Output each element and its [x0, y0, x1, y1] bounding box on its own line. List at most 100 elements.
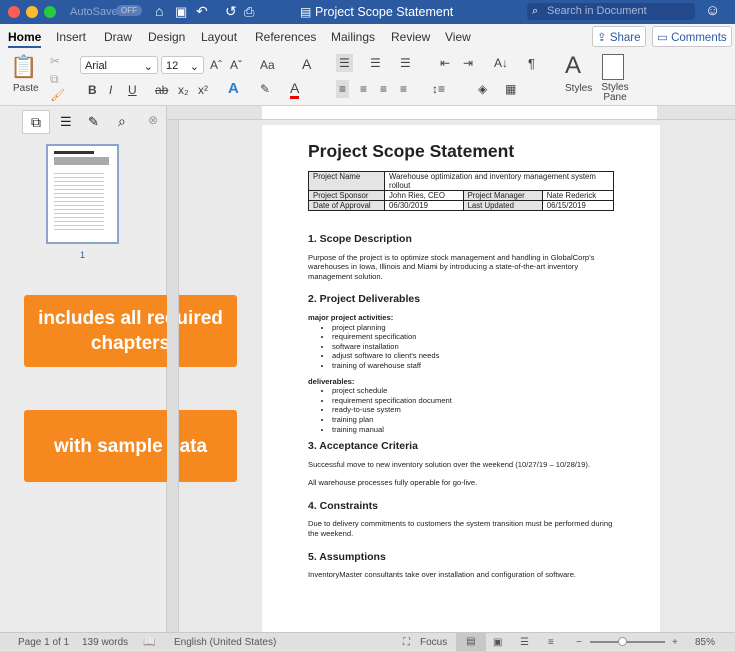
superscript-button[interactable]: x² [198, 83, 208, 97]
focus-button[interactable]: Focus [420, 637, 447, 648]
share-button[interactable]: ⇪ Share [592, 26, 646, 47]
tab-mailings[interactable]: Mailings [331, 30, 375, 44]
zoom-slider-thumb[interactable] [618, 637, 627, 646]
decrease-indent-icon[interactable]: ⇤ [440, 56, 450, 70]
document-map-icon[interactable]: ✎ [88, 114, 99, 130]
list-item: ready-to-use system [332, 405, 614, 415]
home-icon[interactable]: ⌂ [155, 3, 163, 19]
zoom-button[interactable] [44, 6, 56, 18]
paste-icon[interactable]: 📋 [10, 54, 37, 80]
close-pane-icon[interactable]: ⊗ [148, 113, 158, 127]
zoom-level[interactable]: 85% [695, 637, 715, 648]
align-right-icon[interactable]: ≡ [380, 82, 387, 96]
font-color-icon[interactable]: A [290, 80, 300, 99]
save-icon[interactable]: ▣ [175, 4, 187, 20]
outline-icon[interactable]: ☰ [60, 114, 72, 130]
shrink-font-icon[interactable]: Aˇ [230, 58, 242, 72]
section-heading: 3. Acceptance Criteria [308, 440, 418, 453]
vertical-ruler[interactable] [167, 120, 179, 632]
justify-icon[interactable]: ≡ [400, 82, 407, 96]
text-effects-icon[interactable]: A [228, 80, 239, 97]
zoom-out-button[interactable]: − [576, 637, 582, 648]
close-button[interactable] [8, 6, 20, 18]
scrollbar[interactable] [725, 120, 735, 632]
tab-references[interactable]: References [255, 30, 316, 44]
grow-font-icon[interactable]: Aˆ [210, 58, 222, 72]
tab-draw[interactable]: Draw [104, 30, 132, 44]
focus-icon[interactable]: ⛶ [403, 637, 410, 648]
document-icon: ▤ [300, 5, 312, 19]
tab-view[interactable]: View [445, 30, 471, 44]
multilevel-list-icon[interactable]: ☰ [400, 56, 411, 70]
comments-button[interactable]: ▭ Comments [652, 26, 732, 47]
horizontal-ruler[interactable] [167, 106, 735, 120]
list-item: training plan [332, 415, 614, 425]
font-size: 12 [166, 60, 179, 72]
styles-icon[interactable]: A [565, 52, 581, 80]
numbering-icon[interactable]: ☰ [370, 56, 381, 70]
search-input[interactable]: ⌕ Search in Document [527, 3, 695, 20]
outline-view-icon[interactable]: ☰ [520, 637, 529, 648]
callout-sample-data: with sample data [24, 410, 237, 482]
list-item: software installation [332, 342, 614, 352]
user-icon[interactable]: ☺ [705, 2, 720, 19]
page-count[interactable]: Page 1 of 1 [18, 637, 69, 648]
tab-insert[interactable]: Insert [56, 30, 86, 44]
undo-icon[interactable]: ↶ [196, 3, 208, 20]
cut-icon[interactable]: ✂ [50, 54, 60, 68]
shading-icon[interactable]: ◈ [478, 82, 487, 96]
line-spacing-icon[interactable]: ↕≡ [432, 82, 445, 96]
underline-button[interactable]: U [128, 83, 137, 97]
change-case-button[interactable]: Aa [260, 58, 275, 72]
proofing-icon[interactable]: 📖 [143, 637, 155, 648]
format-painter-icon[interactable]: 🖌 [50, 88, 65, 102]
document-page[interactable]: Project Scope Statement Project Name Ware… [262, 125, 660, 632]
thumbnails-icon[interactable]: ⧉ [22, 110, 50, 134]
tab-review[interactable]: Review [391, 30, 430, 44]
bold-button[interactable]: B [88, 83, 97, 97]
chevron-down-icon: ⌄ [143, 61, 153, 73]
draft-view-icon[interactable]: ≡ [548, 637, 554, 648]
print-icon[interactable]: ⎙ [244, 4, 254, 20]
redo-icon[interactable]: ↺ [225, 3, 237, 20]
cell-label: Project Sponsor [308, 190, 385, 201]
window-title: Project Scope Statement [315, 5, 454, 19]
print-layout-icon[interactable]: ▤ [456, 633, 486, 651]
comment-icon: ▭ [657, 32, 672, 44]
paste-button[interactable]: Paste [13, 83, 39, 94]
font-size-select[interactable]: 12 ⌄ [161, 56, 204, 74]
minimize-button[interactable] [26, 6, 38, 18]
clear-formatting-icon[interactable]: A [302, 56, 311, 72]
styles-button[interactable]: Styles [565, 83, 592, 94]
italic-button[interactable]: I [109, 83, 112, 97]
paragraph-marks-icon[interactable]: ¶ [528, 56, 535, 71]
styles-pane-icon[interactable] [602, 54, 624, 80]
zoom-in-button[interactable]: + [672, 637, 678, 648]
strikethrough-button[interactable]: ab [155, 83, 168, 97]
search-icon[interactable]: ⌕ [118, 113, 126, 130]
increase-indent-icon[interactable]: ⇥ [463, 56, 473, 70]
subscript-button[interactable]: x₂ [178, 83, 189, 97]
status-bar: Page 1 of 1 139 words 📖 English (United … [0, 632, 735, 651]
align-left-icon[interactable]: ≡ [336, 80, 350, 98]
bullets-icon[interactable]: ☰ [336, 54, 353, 72]
font-name-select[interactable]: Arial ⌄ [80, 56, 158, 74]
tab-design[interactable]: Design [148, 30, 185, 44]
language[interactable]: English (United States) [174, 637, 276, 648]
page-thumbnail[interactable] [46, 144, 119, 244]
autosave-toggle[interactable]: OFF [116, 5, 142, 16]
word-count[interactable]: 139 words [82, 637, 128, 648]
copy-icon[interactable]: ⧉ [50, 72, 59, 87]
tab-home[interactable]: Home [8, 30, 42, 48]
list-item: adjust software to client's needs [332, 351, 614, 361]
paragraph: InventoryMaster consultants take over in… [308, 570, 577, 580]
highlight-icon[interactable]: ✎ [260, 82, 270, 96]
font-name: Arial [85, 60, 108, 72]
borders-icon[interactable]: ▦ [505, 82, 516, 96]
styles-pane-button[interactable]: Styles Pane [600, 83, 630, 103]
sort-icon[interactable]: A↓ [494, 56, 508, 70]
align-center-icon[interactable]: ≡ [360, 82, 367, 96]
tab-layout[interactable]: Layout [201, 30, 237, 44]
zoom-slider[interactable] [590, 637, 665, 646]
web-layout-icon[interactable]: ▣ [493, 637, 502, 648]
